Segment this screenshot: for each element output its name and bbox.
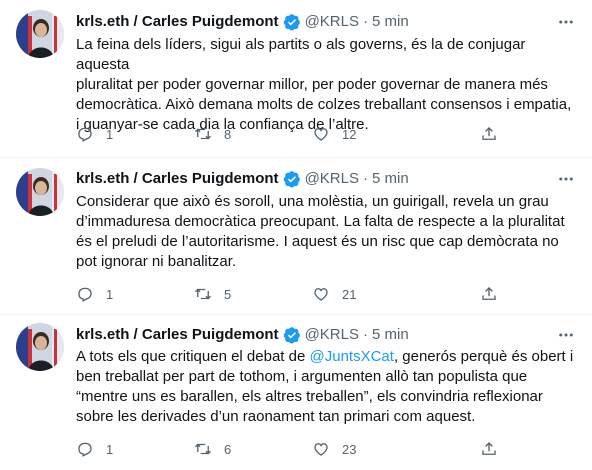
tweet-text: A tots els que critiquen el debat de @Ju… <box>76 347 582 427</box>
tweet[interactable]: krls.eth / Carles Puigdemont @KRLS · 5 m… <box>0 158 592 315</box>
mention-link[interactable]: @JuntsXCat <box>310 348 394 365</box>
retweet-button[interactable]: 5 <box>194 284 231 304</box>
retweet-icon <box>195 288 211 300</box>
timestamp[interactable]: 5 min <box>372 325 409 345</box>
retweet-count: 8 <box>224 126 232 142</box>
share-icon <box>482 442 496 455</box>
like-count: 12 <box>342 126 357 142</box>
author-name[interactable]: krls.eth / Carles Puigdemont <box>76 325 279 345</box>
verified-badge-icon <box>283 326 301 344</box>
share-button[interactable] <box>480 284 498 304</box>
separator-dot: · <box>362 170 368 187</box>
more-icon[interactable] <box>556 12 576 32</box>
author-handle[interactable]: @KRLS <box>305 325 359 345</box>
reply-count: 1 <box>106 441 114 457</box>
verified-badge-icon <box>283 170 301 188</box>
tweet-text: Considerar que això és soroll, una molès… <box>76 193 565 270</box>
tweet[interactable]: krls.eth / Carles Puigdemont @KRLS · 5 m… <box>0 0 592 158</box>
verified-badge-icon <box>283 13 301 31</box>
like-count: 21 <box>342 286 357 302</box>
author-name[interactable]: krls.eth / Carles Puigdemont <box>76 12 279 32</box>
reply-button[interactable]: 1 <box>76 124 113 144</box>
retweet-icon <box>195 128 211 140</box>
more-icon[interactable] <box>556 169 576 189</box>
retweet-count: 6 <box>224 441 232 457</box>
reply-icon <box>78 287 92 302</box>
tweet-text-start: A tots els que critiquen el debat de <box>76 348 310 365</box>
separator-dot: · <box>362 13 368 30</box>
tweet[interactable]: krls.eth / Carles Puigdemont @KRLS · 5 m… <box>0 315 592 470</box>
separator-dot: · <box>362 326 368 343</box>
reply-icon <box>78 442 92 457</box>
share-icon <box>482 127 496 140</box>
like-button[interactable]: 23 <box>312 439 356 459</box>
author-name[interactable]: krls.eth / Carles Puigdemont <box>76 169 279 189</box>
more-icon[interactable] <box>556 325 576 345</box>
heart-icon <box>314 128 328 141</box>
retweet-button[interactable]: 8 <box>194 124 231 144</box>
author-handle[interactable]: @KRLS <box>305 169 359 189</box>
reply-count: 1 <box>106 286 114 302</box>
tweet-text: La feina dels líders, sigui als partits … <box>76 36 572 133</box>
retweet-icon <box>195 443 211 455</box>
tweet-actions: 1 5 21 <box>76 284 496 304</box>
reply-button[interactable]: 1 <box>76 284 113 304</box>
share-button[interactable] <box>480 124 498 144</box>
share-button[interactable] <box>480 439 498 459</box>
reply-button[interactable]: 1 <box>76 439 113 459</box>
timestamp[interactable]: 5 min <box>372 169 409 189</box>
heart-icon <box>314 443 328 456</box>
timestamp[interactable]: 5 min <box>372 12 409 32</box>
avatar[interactable] <box>16 10 64 58</box>
retweet-count: 5 <box>224 286 232 302</box>
author-handle[interactable]: @KRLS <box>305 12 359 32</box>
share-icon <box>482 287 496 300</box>
reply-count: 1 <box>106 126 114 142</box>
like-button[interactable]: 12 <box>312 124 356 144</box>
tweet-actions: 1 6 23 <box>76 439 496 459</box>
heart-icon <box>314 288 328 301</box>
retweet-button[interactable]: 6 <box>194 439 231 459</box>
reply-icon <box>78 127 92 142</box>
avatar[interactable] <box>16 168 64 216</box>
like-button[interactable]: 21 <box>312 284 356 304</box>
tweet-actions: 1 8 12 <box>76 124 496 144</box>
avatar[interactable] <box>16 323 64 371</box>
like-count: 23 <box>342 441 357 457</box>
